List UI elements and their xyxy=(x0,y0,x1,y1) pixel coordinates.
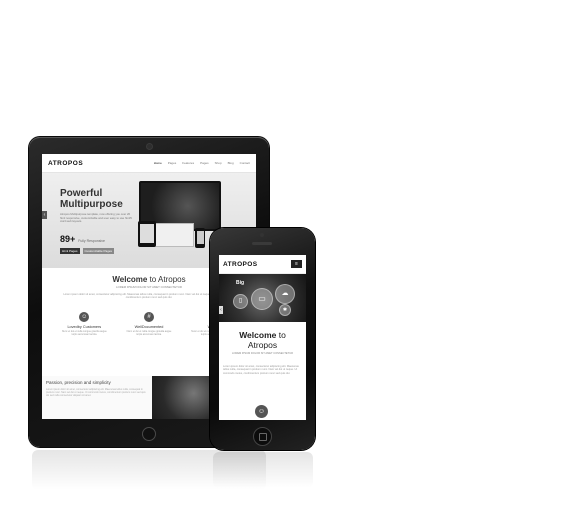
hero-stat: 89+ Fully Responsive xyxy=(60,234,105,244)
phone-hero-title: Big xyxy=(236,280,245,286)
phone-reflection xyxy=(213,452,313,488)
cloud-bubble-icon: ☁ xyxy=(275,284,295,304)
tablet-logo[interactable]: ATROPOS xyxy=(48,160,83,167)
hero-title: Powerful Multipurpose xyxy=(60,188,123,210)
nav-item-contact[interactable]: Contact xyxy=(240,161,250,165)
phone-hero-slider: Big ▯ ▭ ☁ ✱ ‹ xyxy=(219,274,306,322)
tablet-camera xyxy=(146,143,153,150)
phone-home-button xyxy=(253,427,272,446)
phone-device-bubble-icon: ▯ xyxy=(233,294,248,309)
phone-navbar: ATROPOS ≡ xyxy=(219,255,306,274)
bottom-title: Passion, precision and simplicity xyxy=(46,380,111,385)
bottom-text-block: Passion, precision and simplicity Lorem … xyxy=(42,376,152,419)
tablet-home-button xyxy=(142,427,156,441)
phone-screen: ATROPOS ≡ Big ▯ ▭ ☁ ✱ ‹ Welcome to Atropo… xyxy=(219,255,306,420)
phone-camera xyxy=(260,233,264,237)
phone-welcome-title: Welcome to Atropos xyxy=(239,330,286,350)
nav-item-pages[interactable]: Pages xyxy=(168,161,177,165)
badge-html-pages[interactable]: Html Pages xyxy=(60,248,80,254)
phone-slider-prev-arrow[interactable]: ‹ xyxy=(219,306,223,314)
nav-item-blog[interactable]: Blog xyxy=(228,161,234,165)
phone-welcome-paragraph: Lorem ipsum dolor sit amet, consectetur … xyxy=(223,365,299,375)
nav-item-features[interactable]: Features xyxy=(182,161,194,165)
feature-text: Nunc et dui et nulla congue gravida augu… xyxy=(126,329,172,336)
phone-device: ATROPOS ≡ Big ▯ ▭ ☁ ✱ ‹ Welcome to Atropo… xyxy=(210,228,315,450)
code-icon: # xyxy=(143,311,154,322)
monitor-bubble-icon: ▭ xyxy=(251,288,273,310)
tablet-nav-menu: Home Pages Features Pages Shop Blog Cont… xyxy=(154,161,250,165)
bottom-text: Lorem ipsum dolor sit amet, consectetur … xyxy=(46,388,146,398)
feature-item: ☺ Lovedby Customers Nunc et dui et nulla… xyxy=(61,311,107,336)
nav-item-pages-2[interactable]: Pages xyxy=(200,161,209,165)
nav-item-shop[interactable]: Shop xyxy=(215,161,222,165)
phone-logo[interactable]: ATROPOS xyxy=(223,261,257,268)
feature-item: # WellDocumented Nunc et dui et nulla co… xyxy=(126,311,172,336)
slider-prev-arrow[interactable]: ‹ xyxy=(42,211,47,219)
hero-stat-number: 89+ xyxy=(60,234,76,244)
hero-badges: Html Pages Customizable Pages xyxy=(60,248,115,254)
users-icon: ☺ xyxy=(255,405,268,418)
users-icon: ☺ xyxy=(79,311,90,322)
nav-item-home[interactable]: Home xyxy=(154,161,162,165)
hero-tablet-mockup xyxy=(138,221,156,247)
feature-title: Lovedby Customers xyxy=(67,324,102,329)
hero-phone-mockup xyxy=(195,228,205,248)
hero-laptop-mockup xyxy=(152,223,194,247)
phone-welcome: Welcome to Atropos LOREM IPSUM DOLOR SIT … xyxy=(219,322,306,355)
hero-text: Atropos Multipurpose template, now offer… xyxy=(60,212,132,224)
hero-stat-label: Fully Responsive xyxy=(78,239,105,243)
gear-bubble-icon: ✱ xyxy=(279,304,291,316)
phone-welcome-subtitle: LOREM IPSUM DOLOR SIT AMET CONSECTETUR xyxy=(231,352,293,355)
hamburger-menu-icon[interactable]: ≡ xyxy=(291,260,302,268)
feature-title: WellDocumented xyxy=(134,324,164,329)
badge-customizable-pages[interactable]: Customizable Pages xyxy=(82,248,115,254)
feature-text: Nunc et dui et nulla congue gravida augu… xyxy=(61,329,107,336)
phone-speaker xyxy=(252,242,272,245)
tablet-navbar: ATROPOS Home Pages Features Pages Shop B… xyxy=(42,154,256,173)
